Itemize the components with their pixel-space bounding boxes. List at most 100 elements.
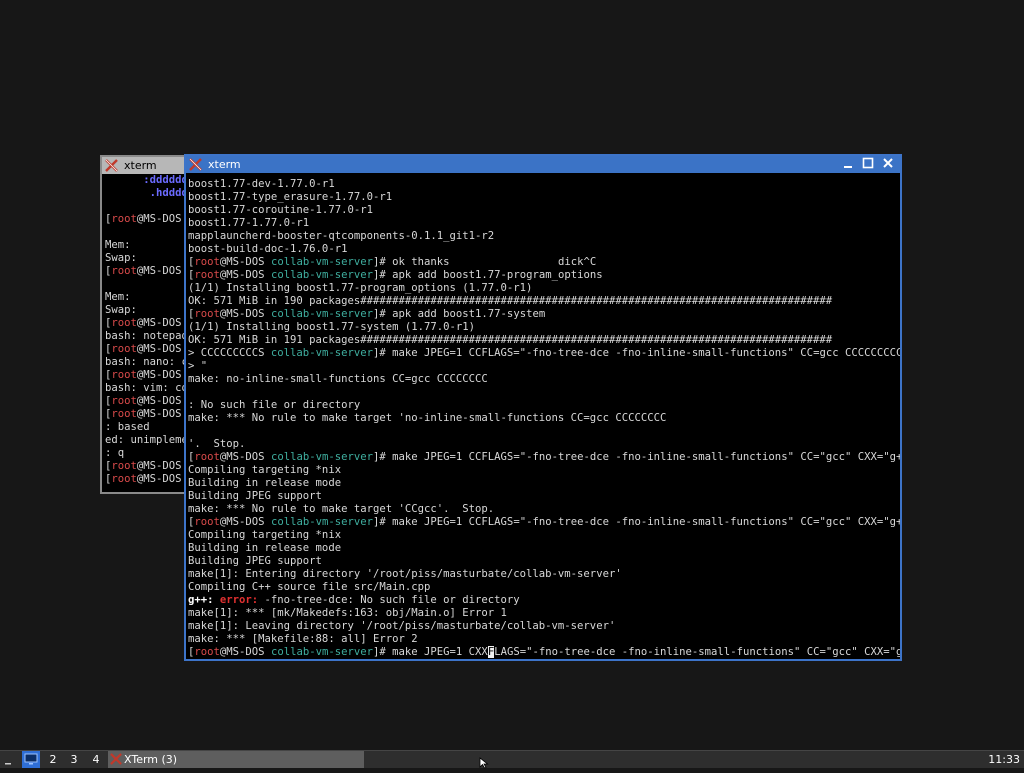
terminal-text-segment: collab-vm-server: [270, 308, 373, 320]
terminal-text-segment: @MS-DOS: [136, 317, 182, 329]
terminal-text-segment: @MS-DOS: [136, 369, 182, 381]
workspace-4[interactable]: 4: [87, 751, 105, 768]
terminal-text-segment: make: *** No rule to make target 'CCgcc'…: [188, 503, 495, 515]
terminal-line: [root@MS-DOS: [105, 460, 188, 473]
x-logo-icon: [105, 159, 118, 172]
menu-button[interactable]: [4, 751, 14, 768]
terminal-text-segment: @MS-DOS: [136, 408, 182, 420]
terminal-text-segment: Building in release mode: [188, 477, 342, 489]
terminal-line: Swap:: [105, 304, 188, 317]
close-button[interactable]: [880, 157, 896, 172]
terminal-line: Compiling targeting *nix: [188, 529, 900, 542]
terminal-text-segment: boost1.77-coroutine-1.77.0-r1: [188, 204, 373, 216]
workspace-2[interactable]: 2: [44, 751, 62, 768]
terminal-text-segment: ]# apk add boost1.77-program_options: [373, 269, 603, 281]
terminal-text-segment: make[1]: *** [mk/Makedefs:163: obj/Main.…: [188, 607, 507, 619]
taskbar: 2 3 4 XTerm (3) 11:33: [0, 750, 1024, 768]
terminal-text-segment: LAGS="-fno-tree-dce -fno-inline-small-fu…: [494, 646, 900, 658]
terminal-text-segment: g++:: [188, 594, 220, 606]
terminal-line: mapplauncherd-booster-qtcomponents-0.1.1…: [188, 230, 900, 243]
terminal-text-segment: root: [111, 408, 137, 420]
terminal-text-segment: @MS-DOS: [136, 265, 182, 277]
minimize-button[interactable]: [840, 157, 856, 172]
terminal-text-segment: make: *** No rule to make target 'no-inl…: [188, 412, 667, 424]
terminal-text-segment: -fno-tree-dce: No such file or directory: [264, 594, 520, 606]
terminal-line: bash: notepad: [105, 330, 188, 343]
terminal-text-segment: root: [194, 269, 220, 281]
terminal-text-segment: ]# apk add boost1.77-system: [373, 308, 546, 320]
terminal-text-segment: collab-vm-server: [270, 269, 373, 281]
terminal-text-segment: @MS-DOS: [219, 256, 271, 268]
terminal-text-segment: root: [194, 516, 220, 528]
terminal-text-segment: boost1.77-type_erasure-1.77.0-r1: [188, 191, 393, 203]
terminal-line: boost1.77-type_erasure-1.77.0-r1: [188, 191, 900, 204]
menu-icon: [5, 763, 11, 765]
terminal-text-segment: boost1.77-dev-1.77.0-r1: [188, 178, 335, 190]
terminal-line: OK: 571 MiB in 191 packages#############…: [188, 334, 900, 347]
terminal-line: [root@MS-DOS collab-vm-server]# make JPE…: [188, 451, 900, 464]
terminal-line: :dddddd: [105, 174, 188, 187]
terminal-text-segment: collab-vm-server: [270, 451, 373, 463]
window-title: xterm: [208, 158, 241, 171]
terminal-text-segment: error:: [219, 594, 265, 606]
x-logo-icon: [110, 753, 122, 765]
terminal-line: boost1.77-dev-1.77.0-r1: [188, 178, 900, 191]
terminal-output[interactable]: boost1.77-dev-1.77.0-r1 boost1.77-type_er…: [188, 178, 900, 660]
terminal-line: [root@MS-DOS: [105, 265, 188, 278]
taskbar-task-xterm[interactable]: XTerm (3): [108, 751, 364, 768]
terminal-output[interactable]: :dddddd .hdddd [root@MS-DOS Mem: Swap: [root…: [105, 174, 188, 490]
terminal-line: : based: [105, 421, 188, 434]
terminal-text-segment: root: [111, 265, 137, 277]
terminal-line: boost1.77-1.77.0-r1: [188, 217, 900, 230]
terminal-line: (1/1) Installing boost1.77-system (1.77.…: [188, 321, 900, 334]
terminal-text-segment: > ": [188, 360, 208, 372]
terminal-text-segment: Building JPEG support: [188, 490, 322, 502]
clock: 11:33: [988, 753, 1020, 766]
terminal-text-segment: ]# make JPEG=1 CCFLAGS="-fno-tree-dce -f…: [372, 347, 900, 359]
terminal-text-segment: make: no-inline-small-functions CC=gcc C…: [188, 373, 488, 385]
terminal-line: '. Stop.: [188, 438, 900, 451]
terminal-line: make: no-inline-small-functions CC=gcc C…: [188, 373, 900, 386]
terminal-text-segment: ]# make JPEG=1 CCFLAGS="-fno-tree-dce -f…: [373, 516, 900, 528]
terminal-line: Compiling targeting *nix: [188, 464, 900, 477]
terminal-text-segment: root: [194, 451, 220, 463]
workspace-1[interactable]: [22, 751, 40, 768]
terminal-line: boost-build-doc-1.76.0-r1: [188, 243, 900, 256]
maximize-button[interactable]: [860, 157, 876, 172]
terminal-text-segment: : No such file or directory: [188, 399, 361, 411]
terminal-text-segment: collab-vm-server: [270, 646, 373, 658]
terminal-text-segment: :dddddd: [105, 174, 188, 186]
terminal-text-segment: root: [194, 256, 220, 268]
terminal-line: make[1]: *** [mk/Makedefs:163: obj/Main.…: [188, 607, 900, 620]
terminal-line: [root@MS-DOS collab-vm-server]# apk add …: [188, 308, 900, 321]
terminal-line: Swap:: [105, 252, 188, 265]
terminal-line: : q: [105, 447, 188, 460]
terminal-text-segment: ed: unimpleme: [105, 434, 188, 446]
terminal-line: boost1.77-coroutine-1.77.0-r1: [188, 204, 900, 217]
workspace-3[interactable]: 3: [65, 751, 83, 768]
terminal-text-segment: @MS-DOS: [136, 343, 182, 355]
terminal-text-segment: mapplauncherd-booster-qtcomponents-0.1.1…: [188, 230, 495, 242]
terminal-text-segment: '. Stop.: [188, 438, 246, 450]
terminal-line: g++: error: -fno-tree-dce: No such file …: [188, 594, 900, 607]
terminal-line: [root@MS-DOS collab-vm-server]# make JPE…: [188, 646, 900, 659]
main-xterm-window[interactable]: xterm boost1.77-dev-1.77.0-r1 boost1.77-t…: [184, 154, 902, 661]
terminal-text-segment: boost1.77-1.77.0-r1: [188, 217, 310, 229]
terminal-line: Building JPEG support: [188, 555, 900, 568]
background-xterm-titlebar[interactable]: xterm: [102, 157, 188, 174]
background-xterm-window[interactable]: xterm :dddddd .hdddd [root@MS-DOS Mem: Swap…: [100, 155, 190, 494]
main-xterm-titlebar[interactable]: xterm: [186, 156, 900, 173]
terminal-text-segment: collab-vm-server: [270, 516, 373, 528]
mouse-pointer-icon: [479, 757, 489, 769]
terminal-line: Compiling C++ source file src/Main.cpp: [188, 581, 900, 594]
terminal-text-segment: .hdddd: [105, 187, 188, 199]
minimize-icon: [844, 166, 852, 168]
terminal-text-segment: Compiling targeting *nix: [188, 529, 342, 541]
terminal-text-segment: root: [111, 369, 137, 381]
terminal-text-segment: root: [111, 213, 137, 225]
terminal-text-segment: > CCCCCCCCCS: [188, 347, 271, 359]
